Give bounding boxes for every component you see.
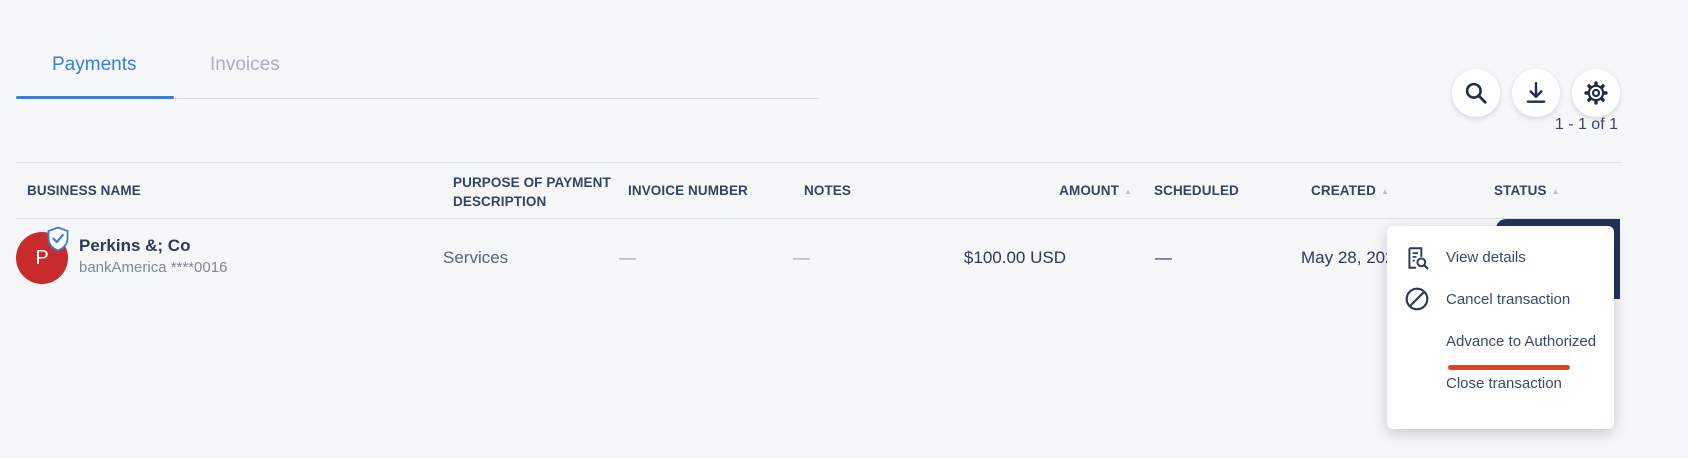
amount-cell: $100.00 USD [963,248,1066,267]
verified-shield-icon [47,226,69,252]
purpose-cell: Services [443,248,509,267]
column-header-purpose: PURPOSE OF PAYMENT DESCRIPTION [453,173,611,211]
column-header-scheduled: SCHEDULED [1154,183,1239,198]
menu-item-cancel-transaction[interactable]: Cancel transaction [1387,282,1614,318]
column-header-business-name: BUSINESS NAME [27,183,141,198]
search-icon [1465,82,1487,104]
notes-cell: — [793,248,810,267]
column-header-invoice-number: INVOICE NUMBER [628,183,748,198]
tab-invoices[interactable]: Invoices [210,52,280,78]
created-cell: May 28, 202 [1301,248,1395,267]
column-header-status-label: STATUS [1494,183,1547,198]
pagination-info: 1 - 1 of 1 [1554,116,1618,133]
scheduled-cell: — [1155,248,1172,267]
table-top-divider [16,162,1622,163]
sort-caret-icon: ▲ [1380,186,1389,196]
column-header-amount[interactable]: AMOUNT ▲ [1059,183,1132,198]
column-header-created[interactable]: CREATED ▲ [1311,183,1389,198]
column-header-purpose-line1: PURPOSE OF PAYMENT [453,175,611,190]
menu-item-close-transaction[interactable]: Close transaction [1387,366,1614,402]
cancel-circle-icon [1405,287,1429,311]
column-header-created-label: CREATED [1311,183,1376,198]
tab-payments[interactable]: Payments [52,52,136,78]
gear-icon [1584,81,1608,105]
menu-item-label: View details [1446,249,1526,266]
download-icon [1526,82,1546,103]
column-header-status[interactable]: STATUS ▲ [1494,183,1560,198]
invoice-number-cell: — [619,248,636,267]
search-button[interactable] [1452,69,1500,117]
menu-item-label: Close transaction [1446,375,1562,392]
business-name-link[interactable]: Perkins &; Co [79,236,190,256]
settings-button[interactable] [1572,69,1620,117]
download-button[interactable] [1512,69,1560,117]
table-row[interactable]: P Perkins &; Co bankAmerica ****0016 Ser… [0,219,1620,293]
column-header-amount-label: AMOUNT [1059,183,1119,198]
receipt-search-icon [1408,247,1429,270]
column-header-notes: NOTES [804,183,852,198]
menu-item-label: Advance to Authorized [1446,333,1597,350]
highlight-underline [1448,365,1570,370]
menu-item-advance-to-authorized[interactable]: Advance to Authorized [1387,324,1614,360]
menu-item-label: Cancel transaction [1446,291,1571,308]
sort-caret-icon: ▲ [1551,186,1560,196]
row-actions-menu: View details Cancel transaction Advance … [1387,226,1614,429]
bank-account: bankAmerica ****0016 [79,259,228,276]
menu-item-view-details[interactable]: View details [1387,240,1614,276]
sort-caret-icon: ▲ [1123,186,1132,196]
column-header-purpose-line2: DESCRIPTION [453,194,547,209]
active-tab-indicator [16,96,174,99]
